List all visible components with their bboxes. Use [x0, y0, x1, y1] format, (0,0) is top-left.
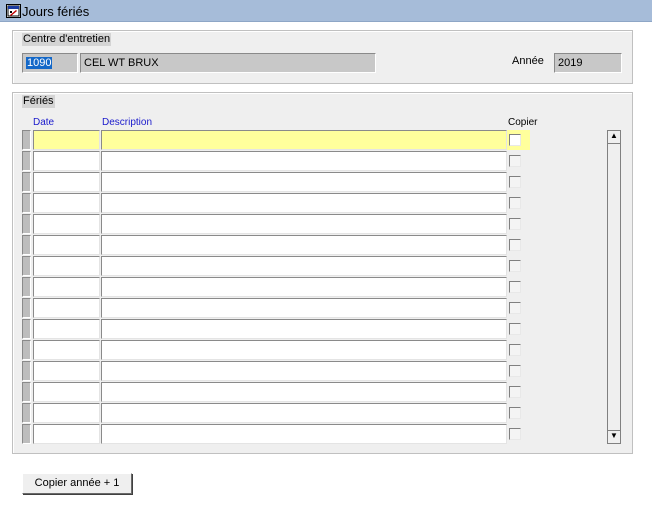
- copier-checkbox[interactable]: [509, 281, 521, 293]
- date-cell[interactable]: [33, 298, 100, 318]
- description-cell[interactable]: [101, 214, 507, 234]
- copier-checkbox[interactable]: [509, 428, 521, 440]
- table-row: [22, 193, 532, 213]
- copier-checkbox[interactable]: [509, 344, 521, 356]
- date-cell[interactable]: [33, 319, 100, 339]
- row-selector[interactable]: [22, 298, 31, 318]
- date-cell[interactable]: [33, 361, 100, 381]
- description-cell[interactable]: [101, 130, 507, 150]
- scroll-up-icon[interactable]: ▲: [607, 130, 621, 144]
- copier-checkbox[interactable]: [509, 239, 521, 251]
- description-cell[interactable]: [101, 151, 507, 171]
- column-header-date: Date: [33, 117, 55, 128]
- date-cell[interactable]: [33, 256, 100, 276]
- copier-checkbox[interactable]: [509, 365, 521, 377]
- centre-code-value: 1090: [26, 57, 53, 69]
- date-cell[interactable]: [33, 193, 100, 213]
- date-cell[interactable]: [33, 235, 100, 255]
- description-cell[interactable]: [101, 277, 507, 297]
- description-cell[interactable]: [101, 172, 507, 192]
- table-row: [22, 172, 532, 192]
- row-selector[interactable]: [22, 193, 31, 213]
- row-selector[interactable]: [22, 130, 31, 150]
- table-row: [22, 319, 532, 339]
- date-cell[interactable]: [33, 130, 100, 150]
- centre-name-field[interactable]: CEL WT BRUX: [80, 53, 376, 73]
- row-selector[interactable]: [22, 382, 31, 402]
- description-cell[interactable]: [101, 382, 507, 402]
- date-cell[interactable]: [33, 172, 100, 192]
- table-row: [22, 130, 532, 150]
- row-selector[interactable]: [22, 277, 31, 297]
- description-cell[interactable]: [101, 424, 507, 444]
- year-field[interactable]: 2019: [554, 53, 622, 73]
- row-selector[interactable]: [22, 319, 31, 339]
- date-cell[interactable]: [33, 403, 100, 423]
- table-row: [22, 298, 532, 318]
- application-window-icon[interactable]: [6, 4, 21, 18]
- row-selector[interactable]: [22, 172, 31, 192]
- date-cell[interactable]: [33, 151, 100, 171]
- date-cell[interactable]: [33, 382, 100, 402]
- description-cell[interactable]: [101, 235, 507, 255]
- row-selector[interactable]: [22, 403, 31, 423]
- vertical-scrollbar[interactable]: ▲ ▼: [607, 130, 621, 444]
- window-title: Jours fériés: [22, 4, 90, 19]
- table-row: [22, 277, 532, 297]
- copier-checkbox[interactable]: [509, 197, 521, 209]
- table-row: [22, 340, 532, 360]
- feries-group-label: Fériés: [22, 95, 55, 108]
- table-row: [22, 403, 532, 423]
- description-cell[interactable]: [101, 361, 507, 381]
- description-cell[interactable]: [101, 403, 507, 423]
- copier-checkbox[interactable]: [509, 218, 521, 230]
- row-selector[interactable]: [22, 151, 31, 171]
- description-cell[interactable]: [101, 319, 507, 339]
- row-selector[interactable]: [22, 424, 31, 444]
- year-label: Année: [512, 55, 544, 67]
- row-selector[interactable]: [22, 235, 31, 255]
- row-selector[interactable]: [22, 361, 31, 381]
- table-row: [22, 424, 532, 444]
- date-cell[interactable]: [33, 340, 100, 360]
- column-header-copier: Copier: [508, 117, 538, 128]
- copier-checkbox[interactable]: [509, 323, 521, 335]
- description-cell[interactable]: [101, 193, 507, 213]
- table-row: [22, 256, 532, 276]
- row-selector[interactable]: [22, 256, 31, 276]
- copier-checkbox[interactable]: [509, 302, 521, 314]
- table-row: [22, 151, 532, 171]
- row-selector[interactable]: [22, 214, 31, 234]
- table-row: [22, 235, 532, 255]
- copier-checkbox[interactable]: [509, 260, 521, 272]
- date-cell[interactable]: [33, 424, 100, 444]
- scroll-down-icon[interactable]: ▼: [607, 430, 621, 444]
- table-row: [22, 214, 532, 234]
- copier-checkbox[interactable]: [509, 407, 521, 419]
- description-cell[interactable]: [101, 340, 507, 360]
- table-row: [22, 382, 532, 402]
- title-bar: Jours fériés: [0, 0, 652, 22]
- centre-group-label: Centre d'entretien: [22, 33, 112, 46]
- description-cell[interactable]: [101, 256, 507, 276]
- centre-code-field[interactable]: 1090: [22, 53, 78, 73]
- copier-checkbox[interactable]: [509, 155, 521, 167]
- table-row: [22, 361, 532, 381]
- copier-checkbox[interactable]: [509, 386, 521, 398]
- description-cell[interactable]: [101, 298, 507, 318]
- copier-checkbox[interactable]: [509, 134, 521, 146]
- row-selector[interactable]: [22, 340, 31, 360]
- column-header-description: Description: [102, 117, 153, 128]
- copier-checkbox[interactable]: [509, 176, 521, 188]
- date-cell[interactable]: [33, 214, 100, 234]
- copy-year-plus-one-button[interactable]: Copier année + 1: [22, 473, 132, 494]
- date-cell[interactable]: [33, 277, 100, 297]
